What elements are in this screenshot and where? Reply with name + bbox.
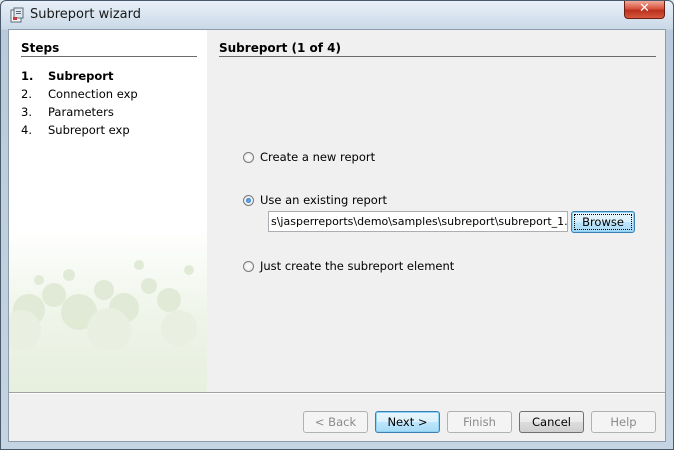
radio-create-new-report[interactable]: Create a new report	[243, 150, 375, 164]
step-number: 1.	[21, 69, 34, 83]
radio-just-create-element[interactable]: Just create the subreport element	[243, 259, 454, 273]
radio-button-selected[interactable]	[243, 194, 254, 206]
step-label: Subreport	[48, 69, 114, 83]
decorative-bubbles-icon	[9, 260, 197, 350]
radio-label: Use an existing report	[260, 193, 388, 207]
step-item-subreport-exp: 4. Subreport exp	[21, 123, 130, 137]
app-icon	[9, 7, 25, 23]
next-button[interactable]: Next >	[375, 411, 440, 433]
step-item-connection-exp: 2. Connection exp	[21, 87, 138, 101]
radio-label: Just create the subreport element	[260, 259, 455, 273]
dialog-client: Steps 1. Subreport 2. Connection exp 3. Par…	[8, 29, 666, 442]
step-label: Parameters	[48, 105, 114, 119]
help-button[interactable]: Help	[591, 411, 656, 433]
title-divider	[219, 56, 656, 57]
wizard-window: Subreport wizard ✕ Steps 1. Subreport 2. C…	[0, 0, 674, 450]
step-item-parameters: 3. Parameters	[21, 105, 114, 119]
cancel-button[interactable]: Cancel	[519, 411, 584, 433]
report-path-input[interactable]: s\jasperreports\demo\samples\subreport\s…	[268, 211, 568, 232]
radio-use-existing-report[interactable]: Use an existing report	[243, 193, 387, 207]
button-bar-divider-highlight	[9, 393, 665, 394]
close-button[interactable]: ✕	[624, 1, 665, 19]
steps-title: Steps	[21, 41, 60, 55]
step-item-subreport: 1. Subreport	[21, 69, 113, 83]
steps-divider	[21, 56, 197, 57]
title-bar[interactable]: Subreport wizard ✕	[1, 1, 673, 29]
step-number: 2.	[21, 87, 32, 101]
radio-button[interactable]	[243, 151, 254, 163]
browse-button[interactable]: Browse	[571, 211, 635, 233]
finish-button[interactable]: Finish	[447, 411, 512, 433]
step-number: 3.	[21, 105, 32, 119]
window-title: Subreport wizard	[30, 7, 141, 22]
step-number: 4.	[21, 123, 32, 137]
back-button[interactable]: < Back	[303, 411, 368, 433]
close-icon: ✕	[639, 1, 650, 16]
steps-panel: Steps 1. Subreport 2. Connection exp 3. Par…	[9, 30, 207, 392]
page-title: Subreport (1 of 4)	[219, 41, 341, 55]
step-label: Connection exp	[48, 87, 138, 101]
radio-button[interactable]	[243, 260, 254, 272]
radio-label: Create a new report	[260, 150, 376, 164]
step-label: Subreport exp	[48, 123, 130, 137]
